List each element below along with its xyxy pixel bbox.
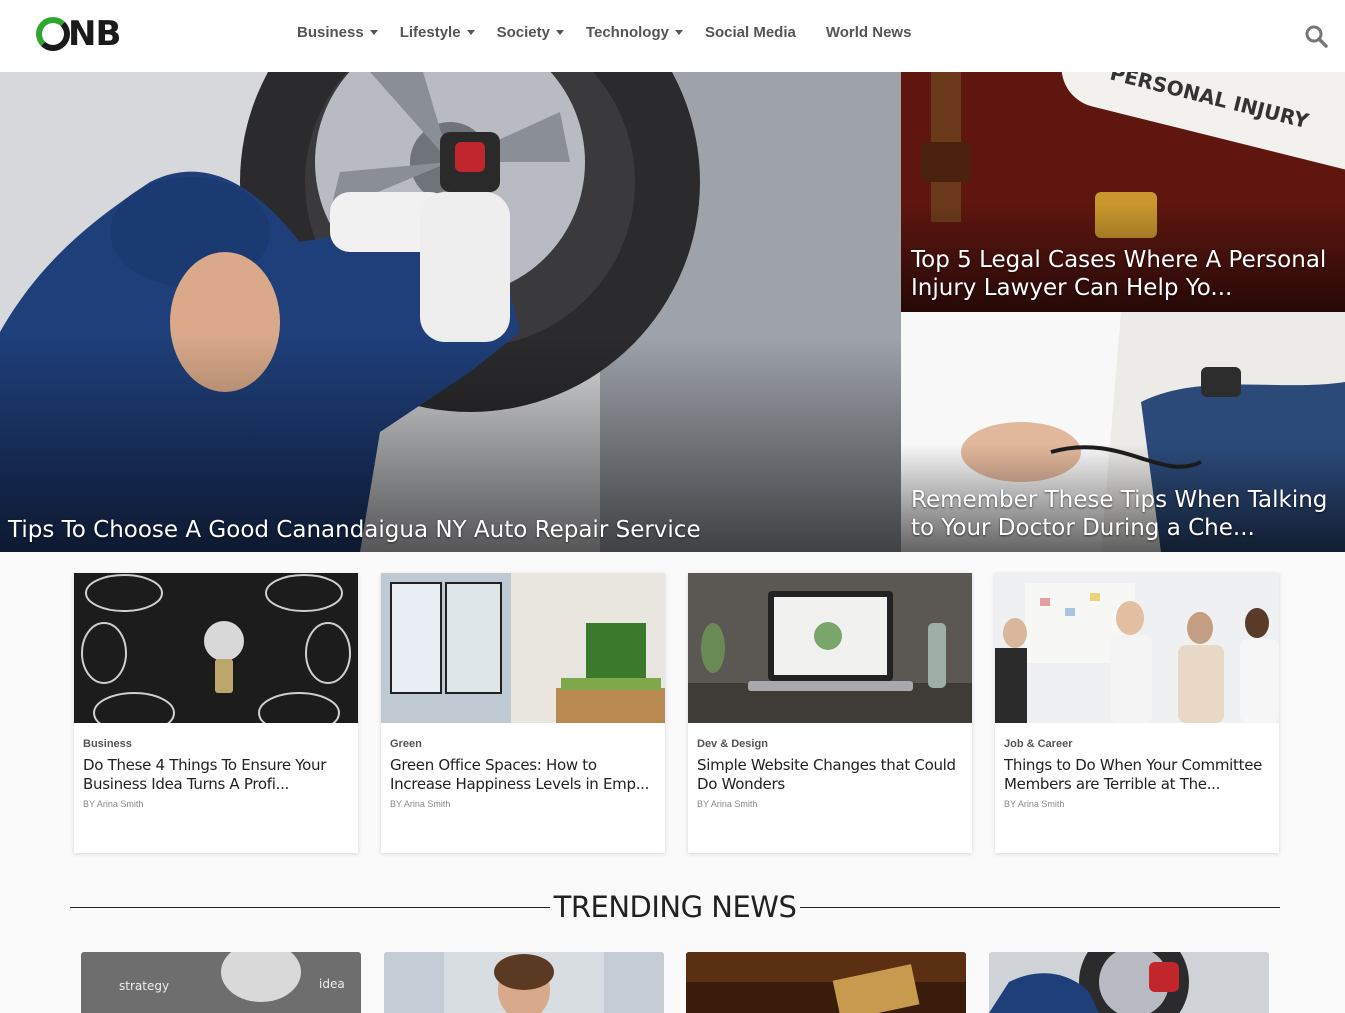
featured-cards: Business Do These 4 Things To Ensure You… (74, 573, 1279, 853)
nav-technology-label: Technology (585, 24, 669, 41)
trending-row: strategy idea (81, 952, 1271, 1013)
laptop-website-image (688, 573, 972, 723)
trending-gavel-image[interactable] (686, 952, 966, 1013)
trending-mechanic-image[interactable] (989, 952, 1269, 1013)
chevron-down-icon (369, 30, 378, 35)
article-card[interactable]: Job & Career Things to Do When Your Comm… (995, 573, 1279, 853)
chevron-down-icon (555, 30, 564, 35)
card-title[interactable]: Green Office Spaces: How to Increase Hap… (390, 756, 658, 794)
nav-social-media[interactable]: Social Media (705, 24, 796, 41)
site-header: NB Business Lifestyle Society Technology… (0, 0, 1345, 72)
nav-technology[interactable]: Technology (586, 24, 683, 41)
hero-bottom-right-article[interactable]: Remember These Tips When Talking to Your… (901, 312, 1345, 552)
green-office-image (381, 573, 665, 723)
main-nav: Business Lifestyle Society Technology So… (297, 24, 941, 41)
card-category[interactable]: Job & Career (1004, 738, 1072, 750)
search-icon[interactable] (1304, 24, 1328, 48)
card-category[interactable]: Dev & Design (697, 738, 768, 750)
trending-title: TRENDING NEWS (553, 890, 797, 924)
card-byline: BY Arina Smith (1004, 799, 1065, 809)
trending-strategy-image[interactable]: strategy idea (81, 952, 361, 1013)
hero-top-right-title[interactable]: Top 5 Legal Cases Where A Personal Injur… (911, 246, 1331, 302)
hero-bottom-right-title[interactable]: Remember These Tips When Talking to Your… (911, 486, 1336, 542)
nav-lifestyle-label: Lifestyle (399, 24, 461, 41)
article-card[interactable]: Green Green Office Spaces: How to Increa… (381, 573, 665, 853)
hero-top-right-article[interactable]: PERSONAL INJURY Top 5 Legal Cases Where … (901, 72, 1345, 312)
card-category[interactable]: Green (390, 738, 422, 750)
card-byline: BY Arina Smith (83, 799, 144, 809)
hero-grid: Tips To Choose A Good Canandaigua NY Aut… (0, 72, 1345, 552)
site-logo[interactable]: NB (36, 14, 121, 54)
article-card[interactable]: Business Do These 4 Things To Ensure You… (74, 573, 358, 853)
logo-text: NB (68, 14, 121, 54)
nav-world-news[interactable]: World News (826, 24, 912, 41)
committee-meeting-image (995, 573, 1279, 723)
card-byline: BY Arina Smith (390, 799, 451, 809)
nav-society-label: Society (496, 24, 550, 41)
chevron-down-icon (674, 30, 683, 35)
card-byline: BY Arina Smith (697, 799, 758, 809)
hero-main-title[interactable]: Tips To Choose A Good Canandaigua NY Aut… (8, 516, 701, 544)
card-title[interactable]: Things to Do When Your Committee Members… (1004, 756, 1272, 794)
logo-o-mark (36, 17, 70, 51)
nav-society[interactable]: Society (497, 24, 564, 41)
nav-business[interactable]: Business (297, 24, 378, 41)
idea-text: idea (319, 977, 345, 991)
strategy-text: strategy (119, 979, 169, 993)
chevron-down-icon (466, 30, 475, 35)
card-title[interactable]: Do These 4 Things To Ensure Your Busines… (83, 756, 351, 794)
article-card[interactable]: Dev & Design Simple Website Changes that… (688, 573, 972, 853)
nav-business-label: Business (297, 24, 364, 41)
lightbulb-chalkboard-image (74, 573, 358, 723)
hero-main-article[interactable]: Tips To Choose A Good Canandaigua NY Aut… (0, 72, 901, 552)
card-title[interactable]: Simple Website Changes that Could Do Won… (697, 756, 965, 794)
trending-callcenter-image[interactable] (384, 952, 664, 1013)
nav-lifestyle[interactable]: Lifestyle (400, 24, 475, 41)
trending-heading: TRENDING NEWS (70, 888, 1280, 928)
card-category[interactable]: Business (83, 738, 132, 750)
